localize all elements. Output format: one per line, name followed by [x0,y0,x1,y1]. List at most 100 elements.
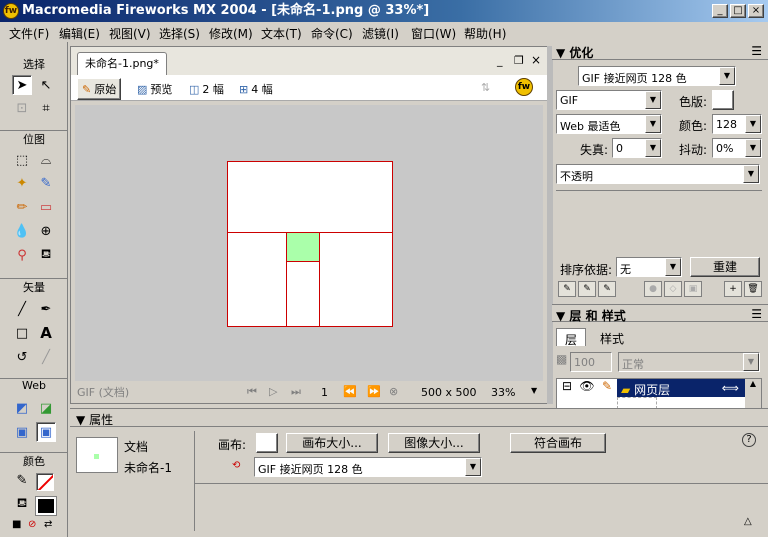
fireworks-update-icon[interactable]: fw [515,78,533,96]
help-icon[interactable]: ? [742,433,756,447]
hide-slices-icon[interactable]: ▣ [12,422,32,442]
transparent-color-icon[interactable]: ✎ [578,281,596,297]
loss-input[interactable]: 0 ▼ [612,138,662,158]
slice-green[interactable] [287,233,319,262]
paint-bucket-tool-icon[interactable]: ⛾ [36,245,56,265]
dither-input[interactable]: 0% ▼ [712,138,762,158]
freeform-tool-icon[interactable]: ↺ [12,347,32,367]
pen-tool-icon[interactable]: ✒ [36,299,56,319]
panel-options-icon[interactable]: ☰ [751,307,762,321]
menu-select[interactable]: 选择(S) [159,25,200,42]
menu-commands[interactable]: 命令(C) [311,25,353,42]
export-preset-select[interactable]: GIF 接近网页 128 色 ▼ [254,457,482,477]
panel-options-icon[interactable]: ☰ [751,44,762,58]
brush-tool-icon[interactable]: ✎ [36,173,56,193]
zoom-dropdown-icon[interactable]: ▼ [531,387,537,395]
menu-text[interactable]: 文本(T) [261,25,302,42]
prev-frame-icon[interactable]: ⏪ [343,386,357,397]
eyedropper-tool-icon[interactable]: ⚲ [12,245,32,265]
expand-properties-icon[interactable]: △ [744,517,752,527]
magic-wand-tool-icon[interactable]: ✦ [12,173,32,193]
minimize-button[interactable]: _ [712,4,728,18]
web-safe-icon[interactable]: ◇ [664,281,682,297]
canvas[interactable] [227,161,393,327]
colors-select[interactable]: 128 ▼ [712,114,762,134]
lasso-tool-icon[interactable]: ⌓ [36,150,56,170]
rubber-stamp-tool-icon[interactable]: ⊕ [36,221,56,241]
quick-export-icon[interactable]: ⇅ [481,81,490,94]
menu-view[interactable]: 视图(V) [109,25,151,42]
view-4up-tab[interactable]: ⊞ 4 幅 [239,81,273,97]
tab-layers[interactable]: 层 [556,328,586,347]
export-options-icon[interactable]: ⟲ [232,461,240,471]
canvas-size-button[interactable]: 画布大小... [286,433,378,453]
palette-select[interactable]: Web 最适色 ▼ [556,114,662,134]
sort-select[interactable]: 无 ▼ [616,257,682,277]
eye-icon[interactable]: 👁 [577,379,597,397]
transparency-select[interactable]: 不透明 ▼ [556,164,760,184]
default-colors-icon[interactable]: ■ [12,520,21,530]
padlock-icon[interactable]: ▣ [684,281,702,297]
add-color-icon[interactable]: + [724,281,742,297]
rebuild-button[interactable]: 重建 [690,257,760,277]
optimize-panel-header[interactable]: ▼ 优化 ☰ [552,42,768,60]
pointer-tool-icon[interactable]: ➤ [12,75,32,95]
doc-minimize-icon[interactable]: _ [497,55,503,66]
share-layer-icon[interactable]: ⟺ [722,381,739,395]
no-color-icon[interactable]: ⊘ [28,520,36,530]
document-tab[interactable]: 未命名-1.png* [77,52,167,76]
fill-color-icon[interactable]: ⛾ [12,494,32,514]
menu-edit[interactable]: 编辑(E) [59,25,100,42]
expand-icon[interactable]: ⊟ [557,379,577,397]
scrollbar[interactable]: ▲ [745,379,761,409]
edit-color-icon[interactable]: ✎ [558,281,576,297]
doc-restore-icon[interactable]: ❐ [514,55,524,66]
snap-web-icon[interactable]: ● [644,281,662,297]
zoom-level[interactable]: 33% [491,387,515,398]
doc-close-icon[interactable]: × [531,54,541,66]
properties-header[interactable]: ▼ 属性 [70,409,768,427]
optimize-preset-select[interactable]: GIF 接近网页 128 色 ▼ [578,66,736,86]
lock-color-icon[interactable]: ✎ [598,281,616,297]
show-slices-icon[interactable]: ▣ [36,422,56,442]
hotspot-tool-icon[interactable]: ◩ [12,398,32,418]
close-button[interactable]: × [748,4,764,18]
menu-help[interactable]: 帮助(H) [464,25,506,42]
menu-window[interactable]: 窗口(W) [411,25,456,42]
stop-icon[interactable]: ⊗ [389,386,398,397]
crop-tool-icon[interactable]: ⌗ [36,98,56,118]
format-select[interactable]: GIF ▼ [556,90,662,110]
menu-modify[interactable]: 修改(M) [209,25,253,42]
stroke-color-swatch[interactable] [36,473,54,491]
play-icon[interactable]: ▷ [269,386,277,397]
matte-swatch[interactable] [712,90,734,110]
first-frame-icon[interactable]: ⏮ [247,386,257,397]
fit-canvas-button[interactable]: 符合画布 [510,433,606,453]
rectangle-tool-icon[interactable]: □ [12,323,32,343]
delete-color-icon[interactable]: 🗑 [744,281,762,297]
text-tool-icon[interactable]: A [36,323,56,343]
maximize-button[interactable]: □ [730,4,746,18]
blend-mode-select[interactable]: 正常 ▼ [618,352,760,372]
eraser-tool-icon[interactable]: ▭ [36,197,56,217]
view-2up-tab[interactable]: ◫ 2 幅 [189,81,224,97]
scale-tool-icon[interactable]: ⊡ [12,98,32,118]
last-frame-icon[interactable]: ⏭ [291,386,301,397]
image-size-button[interactable]: 图像大小... [388,433,480,453]
swap-colors-icon[interactable]: ⇄ [44,520,52,530]
knife-tool-icon[interactable]: ╱ [36,347,56,367]
pencil-icon[interactable]: ✎ [597,379,617,397]
stroke-color-icon[interactable]: ✎ [12,470,32,490]
line-tool-icon[interactable]: ╱ [12,299,32,319]
subselect-tool-icon[interactable]: ↖ [36,75,56,95]
opacity-input[interactable]: 100 [570,352,612,372]
menu-filters[interactable]: 滤镜(I) [362,25,399,42]
tab-styles[interactable]: 样式 [592,330,632,346]
slice-tool-icon[interactable]: ◪ [36,398,56,418]
canvas-color-swatch[interactable] [256,433,278,453]
menu-file[interactable]: 文件(F) [9,25,49,42]
marquee-tool-icon[interactable]: ⬚ [12,150,32,170]
pencil-tool-icon[interactable]: ✏ [12,197,32,217]
canvas-area[interactable] [75,105,543,381]
view-original-tab[interactable]: ✎ 原始 [77,78,122,100]
